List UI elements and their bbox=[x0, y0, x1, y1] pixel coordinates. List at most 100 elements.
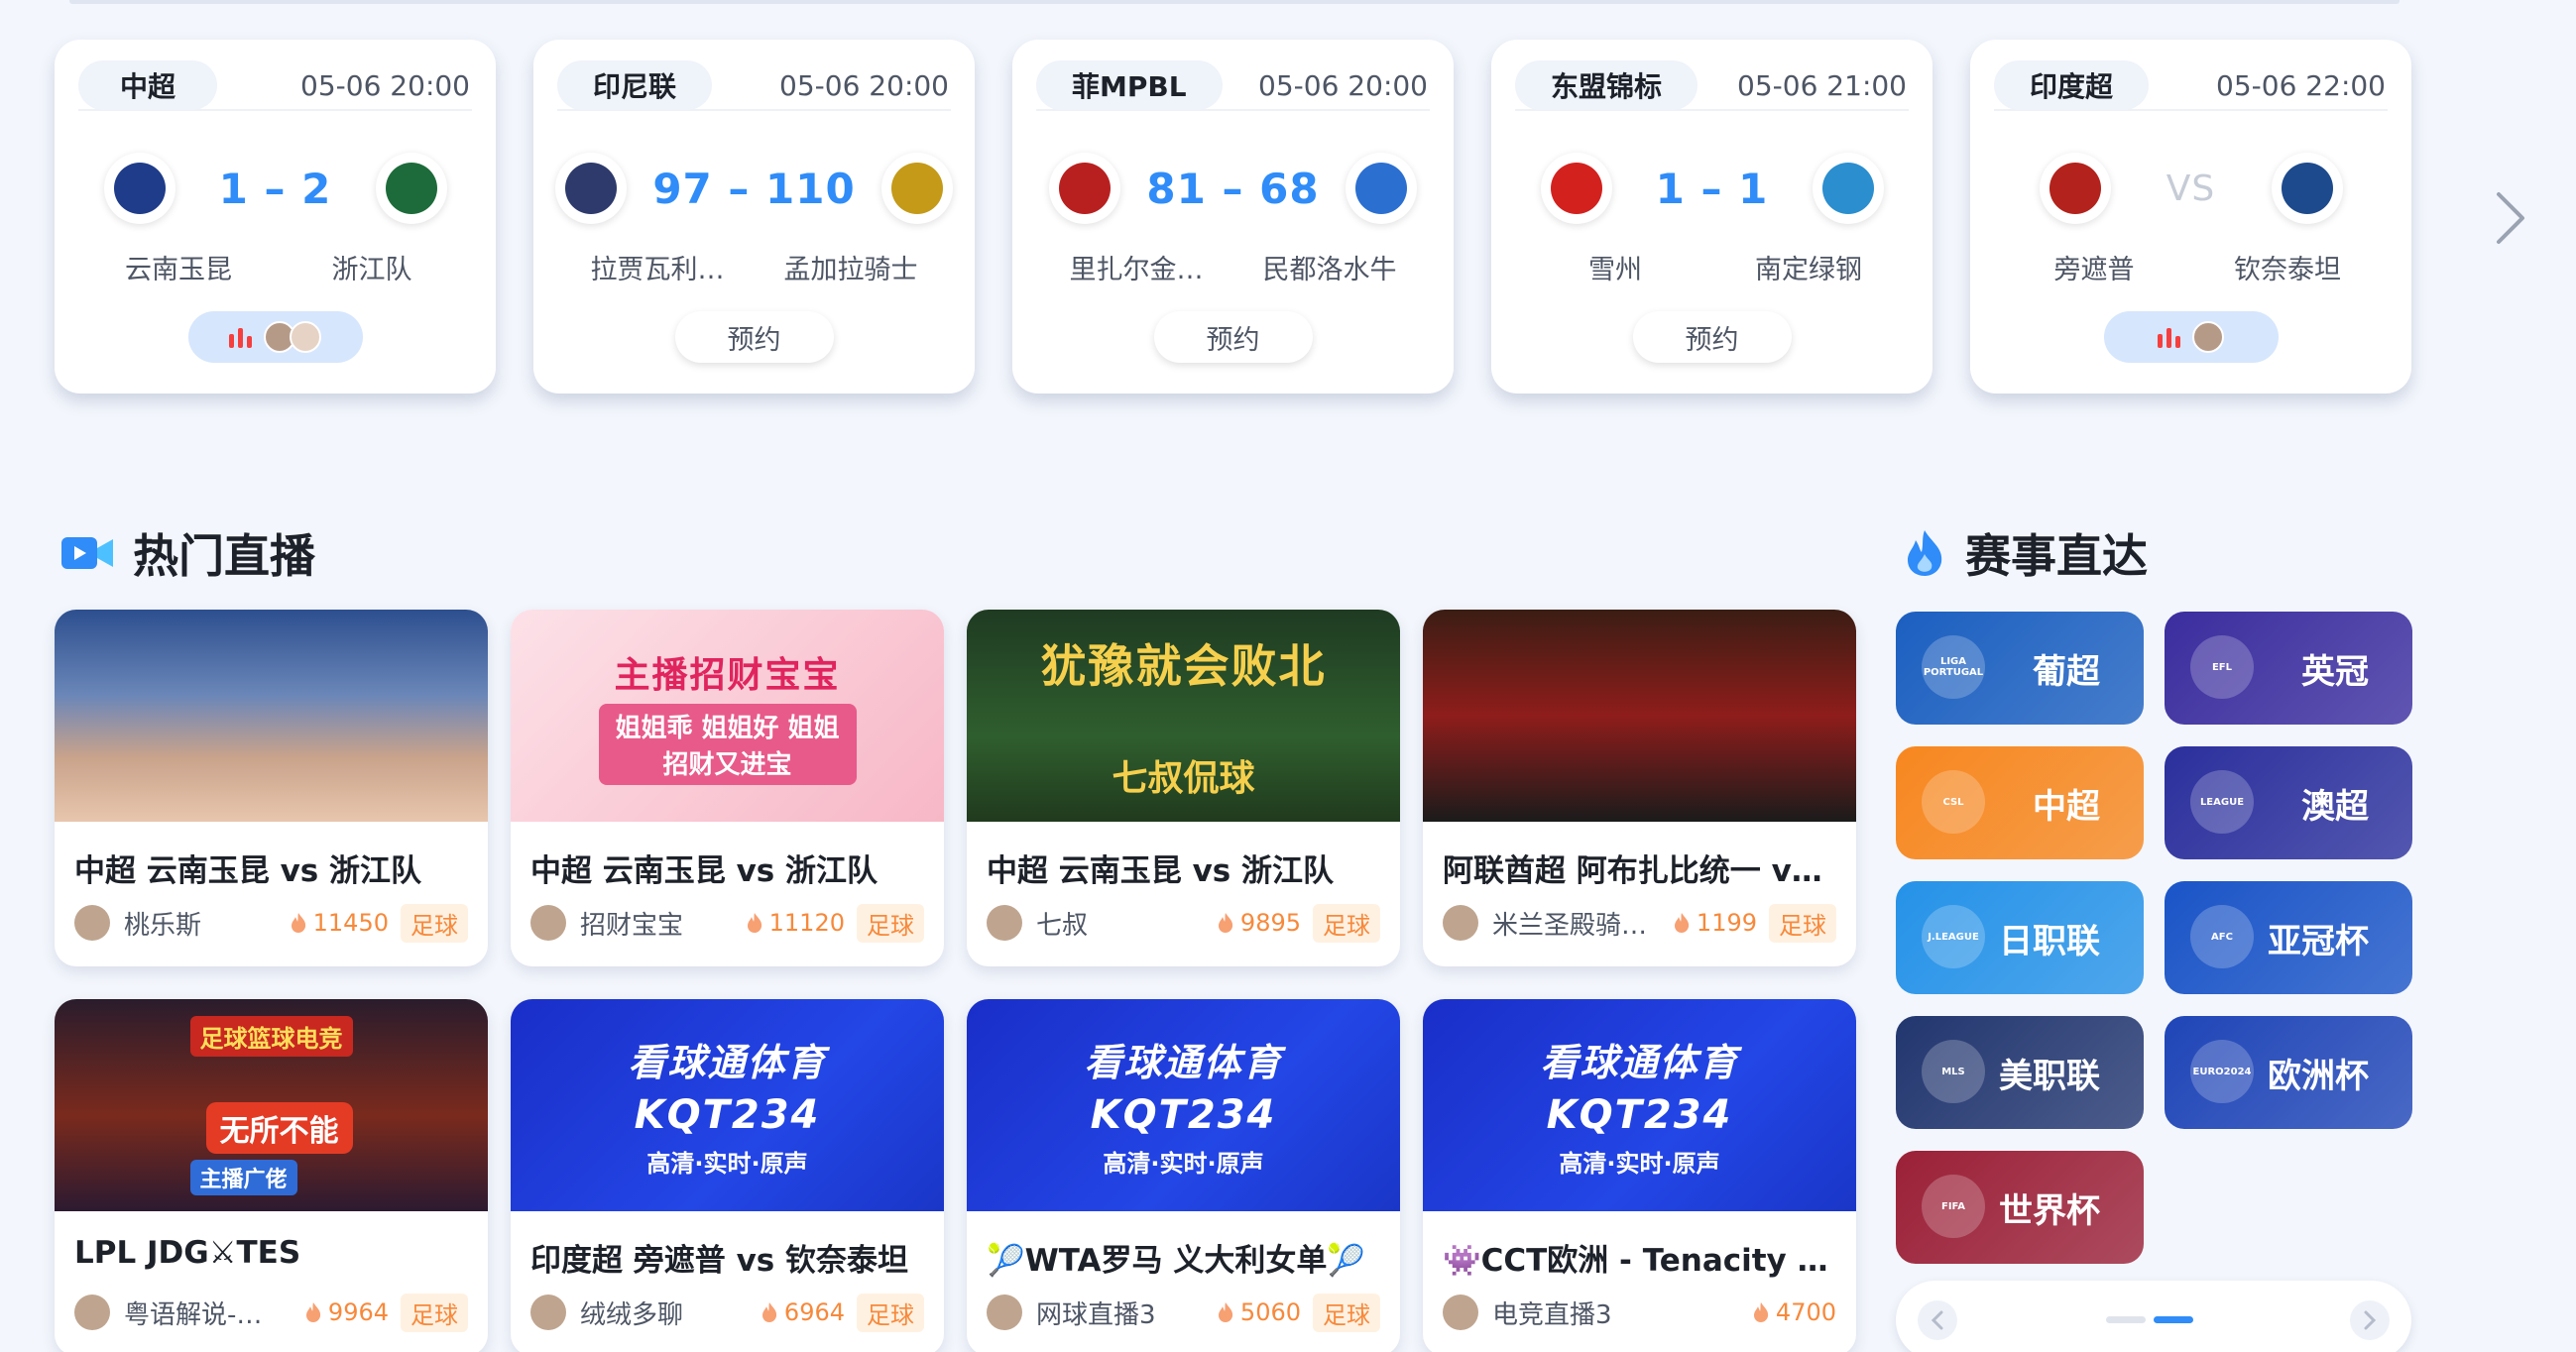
heat-count: 4700 bbox=[1752, 1298, 1836, 1326]
match-score: VS bbox=[2166, 168, 2216, 209]
live-card[interactable]: 看球通体育 KQT234 高清·实时·原声 印度超 旁遮普 vs 钦奈泰坦 绒绒多聊 69… bbox=[511, 999, 944, 1352]
home-team-name: 云南玉昆 bbox=[125, 255, 232, 285]
avatar bbox=[290, 321, 321, 353]
avatar bbox=[74, 1295, 110, 1330]
competition-tile[interactable]: FIFA 世界杯 bbox=[1896, 1151, 2144, 1264]
sport-tag: 足球 bbox=[1313, 903, 1380, 943]
pager-dot[interactable] bbox=[2106, 1316, 2146, 1323]
thumbnail-subline: 无所不能 bbox=[205, 1101, 353, 1154]
competition-tile[interactable]: LEAGUE 澳超 bbox=[2165, 746, 2412, 859]
thumbnail-subline: KQT234 bbox=[1546, 1092, 1733, 1138]
away-team-logo bbox=[375, 153, 447, 224]
live-meta: 招财宝宝 11120 足球 bbox=[530, 903, 924, 943]
live-card[interactable]: 主播招财宝宝 姐姐乖 姐姐好 姐姐招财又进宝 中超 云南玉昆 vs 浙江队 招财宝宝 1… bbox=[511, 610, 944, 966]
match-time: 05-06 21:00 bbox=[1737, 68, 1907, 102]
reserve-button[interactable]: 预约 bbox=[1632, 311, 1792, 363]
live-card[interactable]: 看球通体育 KQT234 高清·实时·原声 🎾WTA罗马 义大利女单🎾 网球直播3 506… bbox=[967, 999, 1400, 1352]
match-card[interactable]: 印度超 05-06 22:00 VS 旁遮普 钦奈泰坦 bbox=[1970, 40, 2411, 394]
away-team-logo bbox=[2271, 153, 2343, 224]
team-names: 里扎尔金… 民都洛水牛 bbox=[1042, 248, 1424, 286]
competition-tile[interactable]: LIGA PORTUGAL 葡超 bbox=[1896, 612, 2144, 725]
competition-tile[interactable]: MLS 美职联 bbox=[1896, 1016, 2144, 1129]
thumbnail-text-block: 看球通体育 KQT234 高清·实时·原声 bbox=[628, 1032, 826, 1179]
heat-count: 11120 bbox=[746, 909, 845, 937]
match-card[interactable]: 东盟锦标 05-06 21:00 1 – 1 雪州 南定绿钢 预约 bbox=[1491, 40, 1932, 394]
competition-tile[interactable]: J.LEAGUE 日职联 bbox=[1896, 881, 2144, 994]
match-card[interactable]: 中超 05-06 20:00 1 – 2 云南玉昆 浙江队 bbox=[55, 40, 496, 394]
live-meta: 电竞直播3 4700 bbox=[1443, 1293, 1836, 1332]
competition-pager bbox=[1896, 1281, 2411, 1352]
match-header: 中超 05-06 20:00 bbox=[78, 60, 472, 111]
live-card[interactable]: 阿联酋超 阿布扎比统一 vs … 米兰圣殿骑… 1199 足球 bbox=[1423, 610, 1856, 966]
live-meta: 绒绒多聊 6964 足球 bbox=[530, 1293, 924, 1332]
thumbnail-footer: 高清·实时·原声 bbox=[1559, 1150, 1720, 1178]
team-names: 拉贾瓦利… 孟加拉骑士 bbox=[563, 248, 945, 286]
chevron-right-small-icon[interactable] bbox=[2350, 1300, 2390, 1340]
live-anchors-button[interactable] bbox=[187, 311, 363, 363]
sport-tag: 足球 bbox=[401, 1293, 468, 1332]
avatar bbox=[987, 905, 1022, 941]
home-team-logo bbox=[1049, 153, 1121, 224]
team-crest-icon bbox=[2049, 163, 2101, 214]
team-names: 云南玉昆 浙江队 bbox=[84, 248, 466, 286]
thumbnail-subline: 姐姐乖 姐姐好 姐姐招财又进宝 bbox=[598, 704, 857, 785]
competition-label: 美职联 bbox=[1999, 1056, 2100, 1096]
team-crest-icon bbox=[113, 163, 166, 214]
live-title: 👾CCT欧洲 - Tenacity vs… bbox=[1443, 1243, 1836, 1279]
league-emblem-icon: LEAGUE bbox=[2190, 770, 2254, 834]
match-time: 05-06 20:00 bbox=[300, 68, 470, 102]
thumbnail-headline: 看球通体育 bbox=[1540, 1041, 1739, 1084]
heat-value: 9964 bbox=[327, 1298, 389, 1326]
match-time: 05-06 22:00 bbox=[2216, 68, 2386, 102]
hot-live-grid: 中超 云南玉昆 vs 浙江队 桃乐斯 11450 足球 主播招财宝宝 姐姐乖 姐姐好 姐姐… bbox=[55, 610, 1859, 1352]
flame-icon bbox=[1674, 913, 1690, 933]
pager-dot-active[interactable] bbox=[2154, 1316, 2193, 1323]
reserve-button[interactable]: 预约 bbox=[674, 311, 834, 363]
match-header: 印度超 05-06 22:00 bbox=[1994, 60, 2388, 111]
anchor-name: 网球直播3 bbox=[1036, 1299, 1156, 1330]
match-score-row: VS bbox=[1970, 149, 2411, 228]
heat-value: 5060 bbox=[1239, 1298, 1301, 1326]
league-emblem-icon: LIGA PORTUGAL bbox=[1922, 635, 1985, 699]
live-title: 阿联酋超 阿布扎比统一 vs … bbox=[1443, 853, 1836, 889]
live-card[interactable]: 犹豫就会败北 七叔侃球 中超 云南玉昆 vs 浙江队 七叔 9895 足球 bbox=[967, 610, 1400, 966]
anchor-avatars bbox=[264, 321, 321, 353]
team-names: 雪州 南定绿钢 bbox=[1521, 248, 1903, 286]
avatar bbox=[987, 1295, 1022, 1330]
live-title: LPL JDG⚔TES bbox=[74, 1235, 301, 1271]
competition-tile[interactable]: CSL 中超 bbox=[1896, 746, 2144, 859]
competition-label: 亚冠杯 bbox=[2268, 921, 2369, 961]
league-emblem-icon: J.LEAGUE bbox=[1922, 905, 1985, 968]
heat-value: 11450 bbox=[312, 909, 389, 937]
chevron-left-icon[interactable] bbox=[1918, 1300, 1957, 1340]
match-score-row: 1 – 1 bbox=[1491, 149, 1932, 228]
competition-tile[interactable]: AFC 亚冠杯 bbox=[2165, 881, 2412, 994]
competition-tile[interactable]: EFL 英冠 bbox=[2165, 612, 2412, 725]
live-anchors-button[interactable] bbox=[2103, 311, 2279, 363]
away-team-name: 浙江队 bbox=[331, 255, 412, 285]
match-card[interactable]: 菲MPBL 05-06 20:00 81 – 68 里扎尔金… 民都洛水牛 预约 bbox=[1012, 40, 1454, 394]
heat-count: 9964 bbox=[304, 1298, 389, 1326]
live-thumbnail: 主播招财宝宝 姐姐乖 姐姐好 姐姐招财又进宝 bbox=[511, 610, 944, 822]
competition-label: 澳超 bbox=[2301, 786, 2369, 827]
thumbnail-subline: 七叔侃球 bbox=[1112, 758, 1255, 799]
live-card[interactable]: 足球篮球电竞 无所不能 主播广佬 LPL JDG⚔TES 粤语解说-… 9964 足球 bbox=[55, 999, 488, 1352]
thumbnail-subline: KQT234 bbox=[1090, 1092, 1277, 1138]
live-thumbnail: 看球通体育 KQT234 高清·实时·原声 bbox=[511, 999, 944, 1211]
chevron-right-icon[interactable] bbox=[2491, 188, 2530, 248]
league-tag: 印度超 bbox=[1994, 60, 2150, 110]
competition-tile[interactable]: EURO2024 欧洲杯 bbox=[2165, 1016, 2412, 1129]
team-crest-icon bbox=[1821, 163, 1874, 214]
heat-count: 9895 bbox=[1217, 909, 1301, 937]
live-thumbnail bbox=[55, 610, 488, 822]
heat-count: 5060 bbox=[1217, 1298, 1301, 1326]
anchor-name: 电竞直播3 bbox=[1492, 1299, 1612, 1330]
live-card[interactable]: 中超 云南玉昆 vs 浙江队 桃乐斯 11450 足球 bbox=[55, 610, 488, 966]
league-emblem-icon: CSL bbox=[1922, 770, 1985, 834]
league-emblem-icon: EURO2024 bbox=[2190, 1040, 2254, 1103]
reserve-button[interactable]: 预约 bbox=[1153, 311, 1313, 363]
match-score: 1 – 2 bbox=[218, 164, 332, 213]
live-card[interactable]: 看球通体育 KQT234 高清·实时·原声 👾CCT欧洲 - Tenacity vs…… bbox=[1423, 999, 1856, 1352]
anchor-avatars bbox=[2192, 321, 2224, 353]
match-card[interactable]: 印尼联 05-06 20:00 97 – 110 拉贾瓦利… 孟加拉骑士 预约 bbox=[533, 40, 975, 394]
